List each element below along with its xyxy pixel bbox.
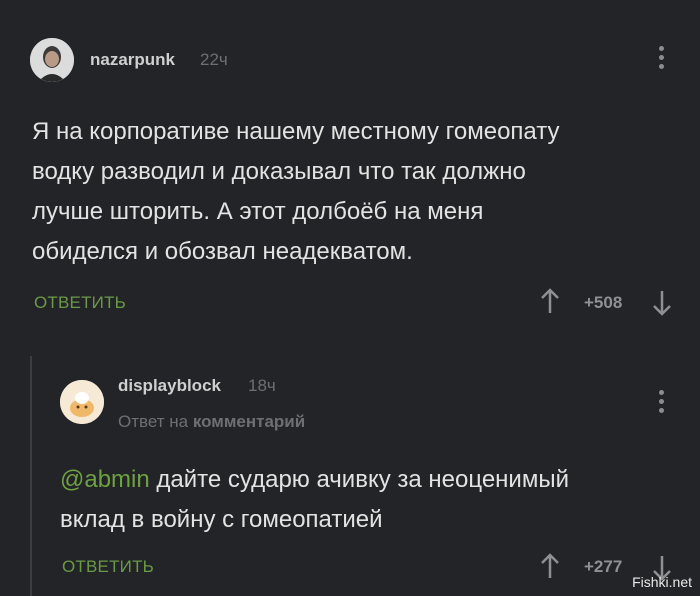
reply-to-link[interactable]: комментарий [193, 412, 305, 431]
comment-line: @abmin дайте сударю ачивку за неоценимый [60, 460, 569, 500]
more-options-icon[interactable] [659, 390, 665, 413]
score: +277 [584, 557, 623, 576]
comment-line: вклад в войну с гомеопатией [60, 506, 383, 533]
comment-text: Я на корпоративе нашему местному гомеопа… [32, 112, 560, 272]
avatar[interactable] [60, 380, 104, 424]
avatar[interactable] [30, 38, 74, 82]
reply-to-label: Ответ на комментарий [118, 412, 305, 432]
comment-line: водку разводил и доказывал что так должн… [32, 158, 526, 185]
timestamp: 22ч [200, 50, 228, 69]
comment-line-rest: дайте сударю ачивку за неоценимый [149, 466, 569, 493]
thread-line [30, 356, 32, 596]
comment-line: Я на корпоративе нашему местному гомеопа… [32, 118, 560, 145]
reply-button[interactable]: ОТВЕТИТЬ [62, 557, 154, 577]
score: +508 [584, 293, 623, 312]
comment-line: обиделся и обозвал неадекватом. [32, 238, 413, 265]
upvote-arrow-icon[interactable] [540, 553, 560, 583]
mention-link[interactable]: @abmin [60, 466, 150, 493]
reply-to-prefix: Ответ на [118, 412, 189, 431]
upvote-arrow-icon[interactable] [540, 288, 560, 318]
username[interactable]: displayblock [118, 376, 221, 396]
comment-line: лучше шторить. А этот долбоёб на меня [32, 198, 484, 225]
username[interactable]: nazarpunk [90, 50, 175, 70]
reply-button[interactable]: ОТВЕТИТЬ [34, 293, 126, 313]
watermark: Fishki.net [632, 574, 692, 590]
timestamp: 18ч [248, 376, 276, 395]
downvote-arrow-icon[interactable] [652, 290, 672, 320]
more-options-icon[interactable] [659, 46, 665, 69]
comment-text: @abmin дайте сударю ачивку за неоценимый… [60, 460, 569, 540]
